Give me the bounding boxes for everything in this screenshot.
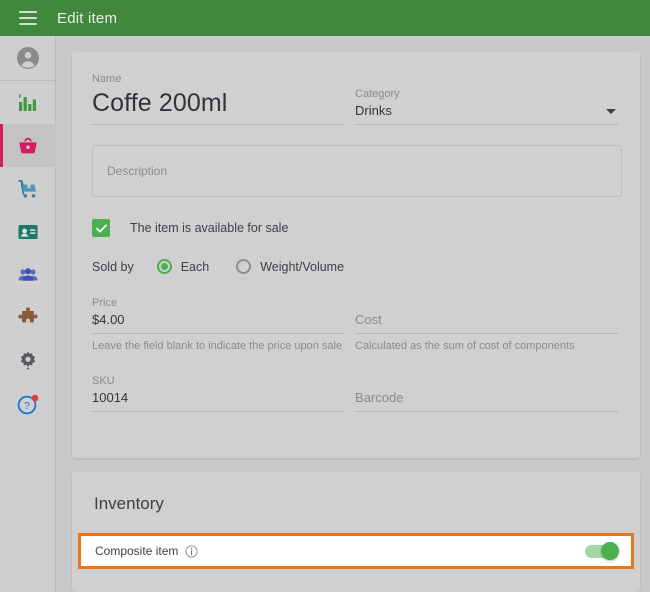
shopping-basket-icon (19, 137, 37, 153)
composite-item-left: Composite item (95, 544, 198, 558)
price-cost-row: Price $4.00 Leave the field blank to ind… (92, 296, 618, 352)
chevron-down-icon (606, 108, 616, 114)
sidebar-item-reports[interactable] (0, 81, 56, 124)
inventory-title: Inventory (94, 494, 164, 513)
name-field[interactable]: Name Coffe 200ml (92, 72, 346, 125)
sold-by-option-weight-volume[interactable]: Weight/Volume (236, 259, 344, 274)
sidebar-item-settings[interactable] (0, 339, 56, 382)
sidebar-item-employees[interactable] (0, 253, 56, 296)
price-field[interactable]: Price $4.00 Leave the field blank to ind… (92, 296, 346, 352)
name-input[interactable]: Coffe 200ml (92, 86, 346, 125)
composite-item-row[interactable]: Composite item (78, 533, 634, 569)
info-circle-icon[interactable] (185, 544, 198, 558)
sku-barcode-row: SKU 10014 Barcode (92, 374, 618, 412)
category-select[interactable]: Drinks (355, 101, 618, 125)
sold-by-row: Sold by Each Weight/Volume (92, 259, 618, 274)
barcode-field[interactable]: Barcode (355, 388, 618, 412)
description-input[interactable]: Description (92, 145, 622, 197)
puzzle-piece-icon (18, 306, 38, 322)
checkmark-icon (95, 224, 107, 232)
app-bar: Edit item (0, 0, 650, 36)
id-card-icon (18, 224, 38, 239)
cost-field[interactable]: Cost Calculated as the sum of cost of co… (355, 310, 618, 352)
available-for-sale-checkbox[interactable] (92, 219, 110, 237)
sidebar-item-items[interactable] (0, 124, 56, 167)
cost-help-text: Calculated as the sum of cost of compone… (355, 340, 575, 352)
category-selected-value: Drinks (355, 103, 392, 118)
price-label: Price (92, 297, 118, 309)
sidebar-item-integrations[interactable] (0, 296, 56, 339)
radio-weight-volume-label: Weight/Volume (260, 259, 345, 274)
barcode-input[interactable]: Barcode (355, 388, 618, 412)
available-for-sale-label: The item is available for sale (130, 221, 289, 235)
name-label: Name (92, 73, 122, 85)
account-circle-icon (17, 47, 39, 69)
sidebar-item-account[interactable] (0, 36, 56, 80)
radio-weight-volume-icon[interactable] (236, 259, 252, 274)
hamburger-menu-icon[interactable] (19, 11, 37, 25)
cost-input[interactable]: Cost (355, 310, 618, 334)
toggle-thumb[interactable] (601, 542, 619, 560)
inventory-card: Inventory Composite item (72, 472, 640, 592)
gear-icon (20, 351, 36, 369)
sidebar-item-customers[interactable] (0, 210, 56, 253)
sku-label: SKU (92, 375, 115, 387)
sold-by-option-each[interactable]: Each (156, 259, 210, 274)
price-help-text: Leave the field blank to indicate the pr… (92, 340, 343, 352)
sku-input[interactable]: 10014 (92, 388, 346, 412)
sidebar: ? (0, 36, 56, 592)
composite-item-toggle[interactable] (585, 542, 619, 560)
category-field[interactable]: Category Drinks (355, 87, 618, 125)
page-title: Edit item (57, 9, 118, 27)
radio-each-icon[interactable] (156, 259, 172, 274)
composite-item-label: Composite item (95, 544, 179, 558)
sold-by-label: Sold by (92, 259, 134, 274)
svg-text:?: ? (24, 400, 30, 412)
people-icon (18, 267, 38, 281)
sku-field[interactable]: SKU 10014 (92, 374, 346, 412)
item-details-card: Name Coffe 200ml Category Drinks Descrip… (72, 52, 640, 458)
name-category-row: Name Coffe 200ml Category Drinks (92, 72, 618, 125)
bar-chart-icon (19, 94, 36, 111)
delivery-cart-icon (18, 179, 36, 197)
available-for-sale-row[interactable]: The item is available for sale (92, 219, 618, 237)
radio-each-label: Each (180, 259, 210, 274)
category-label: Category (355, 88, 400, 100)
description-placeholder: Description (107, 164, 168, 178)
sidebar-item-inventory[interactable] (0, 167, 56, 210)
help-circle-icon: ? (17, 394, 39, 414)
price-input[interactable]: $4.00 (92, 310, 346, 334)
sidebar-item-help[interactable]: ? (0, 382, 56, 425)
content-area: Name Coffe 200ml Category Drinks Descrip… (57, 36, 650, 592)
